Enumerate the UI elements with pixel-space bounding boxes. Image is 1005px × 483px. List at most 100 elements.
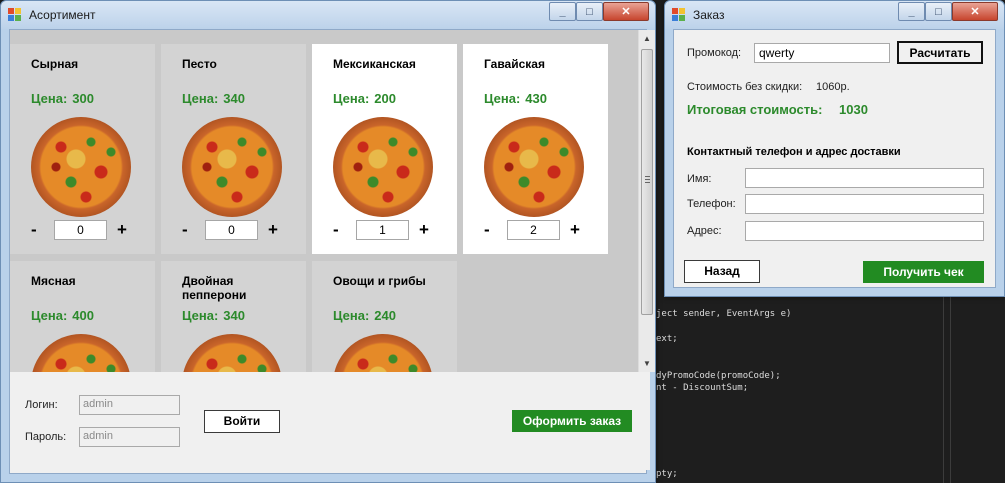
- code-line: ext;: [656, 334, 678, 344]
- decrease-button[interactable]: -: [484, 220, 490, 240]
- product-name: Овощи и грибы: [333, 274, 426, 288]
- product-price: Цена: 340: [182, 91, 245, 106]
- name-field[interactable]: [745, 168, 984, 188]
- close-button[interactable]: ✕: [603, 2, 649, 21]
- editor-divider: [950, 290, 951, 483]
- increase-button[interactable]: +: [117, 220, 127, 240]
- increase-button[interactable]: +: [268, 220, 278, 240]
- phone-field[interactable]: [745, 194, 984, 214]
- product-price: Цена: 200: [333, 91, 396, 106]
- name-label: Имя:: [687, 173, 712, 185]
- address-label: Адрес:: [687, 225, 722, 237]
- quantity-field[interactable]: 0: [205, 220, 258, 240]
- code-line: nt - DiscountSum;: [656, 383, 749, 393]
- product-name: Сырная: [31, 57, 79, 71]
- price-label: Цена:: [484, 91, 521, 106]
- promo-field[interactable]: qwerty: [754, 43, 890, 63]
- decrease-button[interactable]: -: [333, 220, 339, 240]
- quantity-field[interactable]: 2: [507, 220, 560, 240]
- code-line: dyPromoCode(promoCode);: [656, 371, 781, 381]
- price-value: 340: [223, 308, 245, 323]
- decrease-button[interactable]: -: [182, 220, 188, 240]
- decrease-button[interactable]: -: [31, 220, 37, 240]
- password-field[interactable]: admin: [79, 427, 180, 447]
- quantity-field[interactable]: 1: [356, 220, 409, 240]
- calculate-button[interactable]: Расчитать: [897, 41, 983, 64]
- order-window: Заказ _ □ ✕ Промокод: qwerty Расчитать С…: [664, 0, 1005, 297]
- price-label: Цена:: [182, 308, 219, 323]
- title-bar[interactable]: Асортимент _ □ ✕: [1, 1, 655, 29]
- pizza-image: [31, 334, 131, 372]
- minimize-button[interactable]: _: [549, 2, 576, 21]
- products-panel: Сырная Цена: 300 - 0 + Песто Цена: 340 - 0…: [10, 30, 638, 372]
- subtotal-value: 1060р.: [816, 81, 850, 93]
- assortment-window: Асортимент _ □ ✕ Сырная Цена: 300 - 0 + П…: [0, 0, 656, 483]
- bottom-panel: Логин: admin Пароль: admin Войти Оформит…: [10, 372, 650, 470]
- product-name: Мясная: [31, 274, 76, 288]
- product-card: Песто Цена: 340 - 0 +: [161, 44, 306, 254]
- price-value: 400: [72, 308, 94, 323]
- app-icon: [672, 8, 685, 21]
- product-card: Сырная Цена: 300 - 0 +: [10, 44, 155, 254]
- contact-section-title: Контактный телефон и адрес доставки: [687, 146, 901, 158]
- order-client-area: Промокод: qwerty Расчитать Стоимость без…: [673, 29, 996, 288]
- pizza-image: [333, 334, 433, 372]
- scroll-down-icon[interactable]: ▼: [639, 355, 655, 372]
- window-title: Асортимент: [29, 8, 96, 22]
- pizza-image: [182, 117, 282, 217]
- price-label: Цена:: [31, 308, 68, 323]
- login-button[interactable]: Войти: [204, 410, 280, 433]
- pizza-image: [484, 117, 584, 217]
- address-field[interactable]: [745, 221, 984, 241]
- product-name: Гавайская: [484, 57, 545, 71]
- pizza-image: [182, 334, 282, 372]
- promo-label: Промокод:: [687, 47, 742, 59]
- password-label: Пароль:: [25, 431, 67, 443]
- product-card: Двойная пепперони Цена: 340: [161, 261, 306, 372]
- product-price: Цена: 400: [31, 308, 94, 323]
- price-label: Цена:: [31, 91, 68, 106]
- back-button[interactable]: Назад: [684, 260, 760, 283]
- maximize-button[interactable]: □: [576, 2, 603, 21]
- product-price: Цена: 340: [182, 308, 245, 323]
- product-price: Цена: 430: [484, 91, 547, 106]
- increase-button[interactable]: +: [419, 220, 429, 240]
- increase-button[interactable]: +: [570, 220, 580, 240]
- close-button[interactable]: ✕: [952, 2, 998, 21]
- get-receipt-button[interactable]: Получить чек: [863, 261, 984, 283]
- checkout-button[interactable]: Оформить заказ: [512, 410, 632, 432]
- grip-icon: [645, 176, 650, 183]
- total-label: Итоговая стоимость:: [687, 102, 823, 117]
- scroll-up-icon[interactable]: ▲: [639, 30, 655, 47]
- scroll-thumb[interactable]: [641, 49, 653, 315]
- vertical-scrollbar[interactable]: ▲ ▼: [638, 30, 655, 372]
- product-name: Песто: [182, 57, 217, 71]
- product-card: Гавайская Цена: 430 - 2 +: [463, 44, 608, 254]
- login-field[interactable]: admin: [79, 395, 180, 415]
- maximize-button[interactable]: □: [925, 2, 952, 21]
- price-label: Цена:: [182, 91, 219, 106]
- phone-label: Телефон:: [687, 198, 736, 210]
- minimize-button[interactable]: _: [898, 2, 925, 21]
- price-value: 430: [525, 91, 547, 106]
- code-line: pty;: [656, 469, 678, 479]
- quantity-field[interactable]: 0: [54, 220, 107, 240]
- product-name: Двойная пепперони: [182, 274, 247, 302]
- price-value: 240: [374, 308, 396, 323]
- product-card: Мясная Цена: 400: [10, 261, 155, 372]
- window-title: Заказ: [693, 8, 725, 22]
- code-line: ject sender, EventArgs e): [656, 309, 792, 319]
- price-label: Цена:: [333, 91, 370, 106]
- product-card: Мексиканская Цена: 200 - 1 +: [312, 44, 457, 254]
- price-value: 200: [374, 91, 396, 106]
- product-card: Овощи и грибы Цена: 240: [312, 261, 457, 372]
- price-value: 300: [72, 91, 94, 106]
- pizza-image: [31, 117, 131, 217]
- product-name: Мексиканская: [333, 57, 416, 71]
- product-price: Цена: 300: [31, 91, 94, 106]
- title-bar[interactable]: Заказ _ □ ✕: [665, 1, 1004, 29]
- assortment-client-area: Сырная Цена: 300 - 0 + Песто Цена: 340 - 0…: [9, 29, 655, 474]
- pizza-image: [333, 117, 433, 217]
- subtotal-label: Стоимость без скидки:: [687, 81, 803, 93]
- editor-divider: [943, 290, 944, 483]
